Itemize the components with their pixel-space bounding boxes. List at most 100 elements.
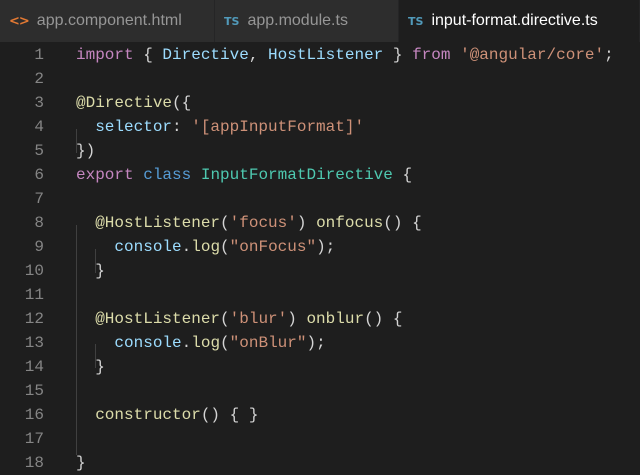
code-token: onblur [306, 310, 365, 328]
code-text: } [76, 451, 86, 475]
code-token: ) [296, 214, 317, 232]
code-line[interactable]: 10 } [0, 259, 640, 283]
code-text: selector: '[appInputFormat]' [76, 115, 364, 139]
code-line[interactable]: 6 export class InputFormatDirective { [0, 163, 640, 187]
code-token: () { } [200, 406, 259, 424]
code-token: ( [220, 334, 230, 352]
code-text: console.log("onFocus"); [76, 235, 335, 259]
line-number: 7 [34, 190, 44, 208]
code-token: log [191, 334, 221, 352]
line-number: 8 [34, 214, 44, 232]
code-token: } [76, 454, 86, 472]
code-token: InputFormatDirective [200, 166, 393, 184]
code-token: ( [220, 214, 230, 232]
code-token: "onBlur" [229, 334, 307, 352]
line-number: 10 [24, 262, 44, 280]
code-line[interactable]: 4 selector: '[appInputFormat]' [0, 115, 640, 139]
code-token: ({ [172, 94, 192, 112]
code-token: 'blur' [229, 310, 288, 328]
code-line[interactable]: 13 console.log("onBlur"); [0, 331, 640, 355]
line-number: 1 [34, 46, 44, 64]
code-line[interactable]: 12 @HostListener('blur') onblur() { [0, 307, 640, 331]
tab-app-component-html[interactable]: <> app.component.html [0, 0, 215, 42]
code-token: () { [364, 310, 403, 328]
code-token: from [412, 46, 451, 64]
typescript-file-icon: TS [224, 14, 240, 28]
code-token: Directive [162, 46, 249, 64]
code-token: class [143, 166, 192, 184]
code-token: } [383, 46, 413, 64]
tab-label: app.component.html [36, 12, 182, 29]
code-token: '@angular/core' [460, 46, 605, 64]
editor-tab-bar: <> app.component.html TS app.module.ts T… [0, 0, 640, 42]
code-token: console [114, 334, 182, 352]
code-line[interactable]: 5}) [0, 139, 640, 163]
html-file-icon: <> [9, 13, 30, 29]
code-text: @HostListener('focus') onfocus() { [76, 211, 422, 235]
code-line[interactable]: 15 [0, 379, 640, 403]
code-text: import { Directive, HostListener } from … [76, 43, 614, 67]
code-token: HostListener [268, 46, 384, 64]
line-number: 12 [24, 310, 44, 328]
line-number: 16 [24, 406, 44, 424]
code-token: ; [604, 46, 614, 64]
code-token: console [114, 238, 182, 256]
code-token: @HostListener [95, 214, 221, 232]
typescript-file-icon: TS [408, 14, 424, 28]
code-text: @Directive({ [76, 91, 191, 115]
code-token: ) [287, 310, 307, 328]
code-token: ); [306, 334, 326, 352]
code-token: } [76, 262, 105, 280]
code-line[interactable]: 2 [0, 67, 640, 91]
code-token: constructor [95, 406, 201, 424]
code-token: ); [316, 238, 336, 256]
code-token: export [76, 166, 134, 184]
code-line[interactable]: 17 [0, 427, 640, 451]
code-token: 'focus' [229, 214, 297, 232]
code-text: constructor() { } [76, 403, 258, 427]
code-line[interactable]: 8 @HostListener('focus') onfocus() { [0, 211, 640, 235]
code-token: }) [76, 142, 96, 160]
code-line[interactable]: 1 import { Directive, HostListener } from… [0, 43, 640, 67]
code-line[interactable]: 14 } [0, 355, 640, 379]
code-token: import [76, 46, 134, 64]
code-token: "onFocus" [229, 238, 317, 256]
code-token: () { [383, 214, 422, 232]
code-token: log [191, 238, 221, 256]
code-token: { [392, 166, 413, 184]
code-text: @HostListener('blur') onblur() { [76, 307, 402, 331]
code-text: export class InputFormatDirective { [76, 163, 412, 187]
code-token: ( [220, 238, 230, 256]
code-line[interactable]: 18} [0, 451, 640, 475]
code-token: '[appInputFormat]' [191, 118, 365, 136]
line-number: 3 [34, 94, 44, 112]
code-line[interactable]: 11 [0, 283, 640, 307]
line-number: 9 [34, 238, 44, 256]
code-text: } [76, 355, 105, 379]
tab-input-format-directive-ts[interactable]: TS input-format.directive.ts [399, 0, 640, 42]
line-number: 5 [34, 142, 44, 160]
code-text: console.log("onBlur"); [76, 331, 326, 355]
line-number: 15 [24, 382, 44, 400]
line-number: 14 [24, 358, 44, 376]
code-token: selector [95, 118, 173, 136]
tab-label: app.module.ts [247, 12, 348, 29]
code-line[interactable]: 7 [0, 187, 640, 211]
line-number: 17 [24, 430, 44, 448]
code-line[interactable]: 3 @Directive({ [0, 91, 640, 115]
line-number: 6 [34, 166, 44, 184]
line-number: 18 [24, 454, 44, 472]
code-token: @HostListener [95, 310, 221, 328]
tab-app-module-ts[interactable]: TS app.module.ts [215, 0, 399, 42]
code-text: } [76, 259, 105, 283]
code-token: : [172, 118, 192, 136]
code-line[interactable]: 16 constructor() { } [0, 403, 640, 427]
code-editor[interactable]: 1 import { Directive, HostListener } from… [0, 42, 640, 475]
code-line[interactable]: 9 console.log("onFocus"); [0, 235, 640, 259]
